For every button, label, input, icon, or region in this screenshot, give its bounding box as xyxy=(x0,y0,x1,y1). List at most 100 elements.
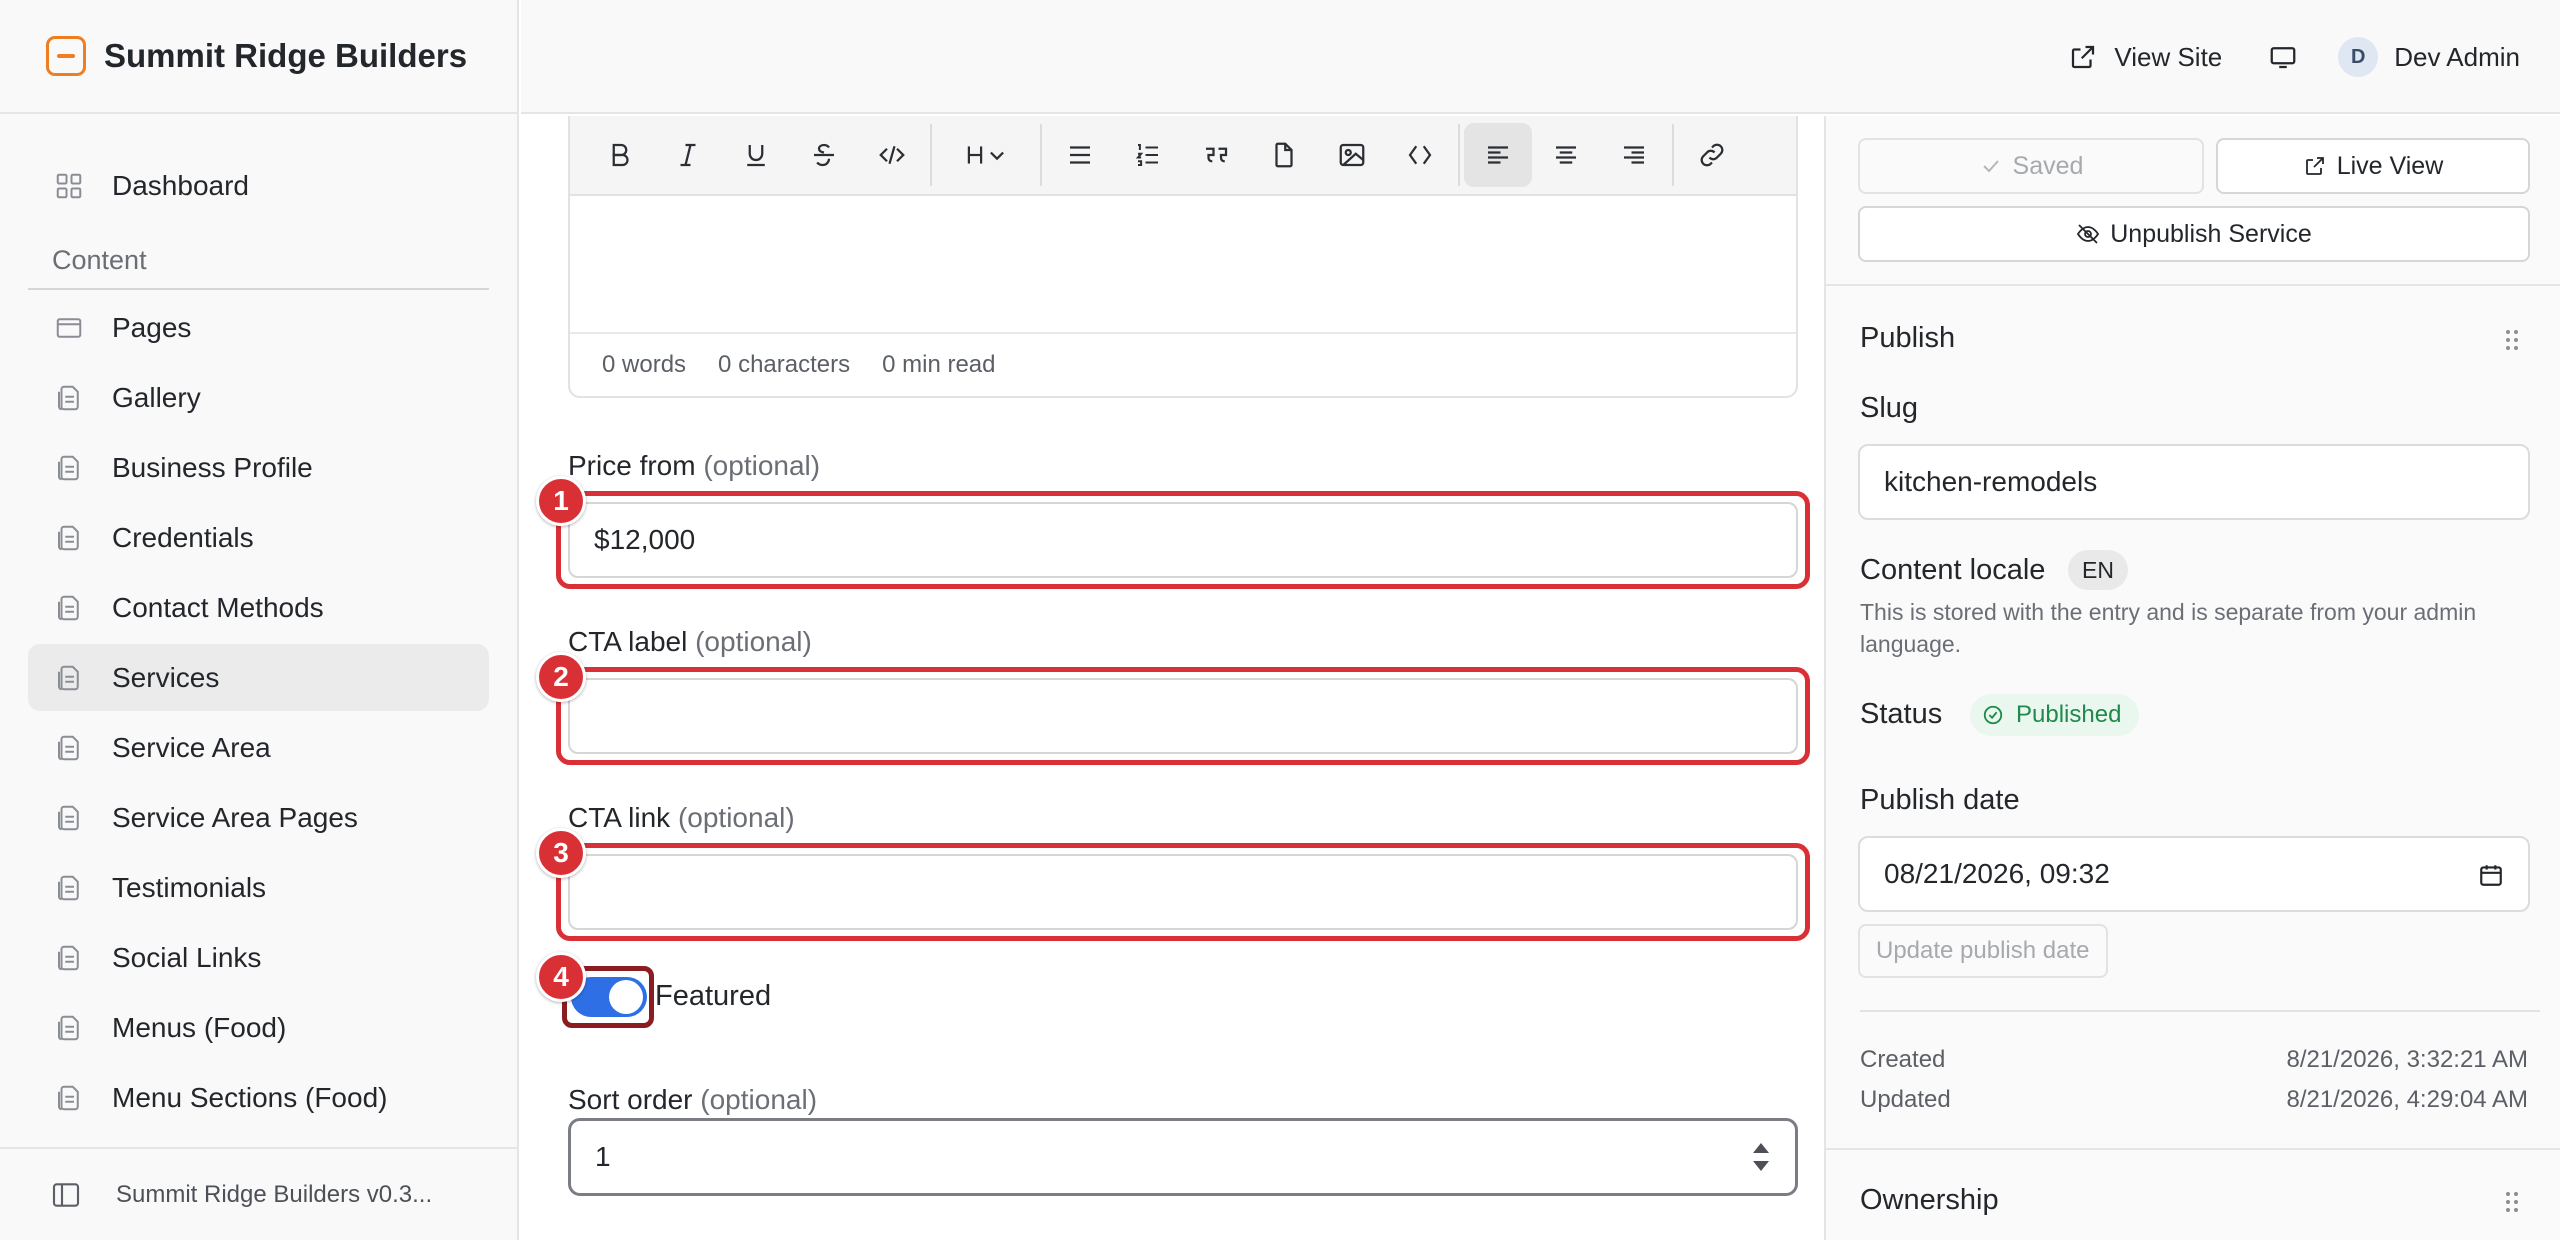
image-icon xyxy=(1339,143,1365,167)
annotation-marker-1: 1 xyxy=(536,476,586,526)
updated-row: Updated 8/21/2026, 4:29:04 AM xyxy=(1860,1086,2528,1114)
sidebar-item-label: Service Area Pages xyxy=(112,801,358,833)
topbar: View Site D Dev Admin xyxy=(521,0,2560,114)
code-button[interactable] xyxy=(858,123,926,187)
unpublish-button[interactable]: Unpublish Service xyxy=(1858,206,2530,262)
underline-icon xyxy=(747,145,765,167)
sidebar-footer[interactable]: Summit Ridge Builders v0.3... xyxy=(0,1147,517,1240)
strikethrough-icon xyxy=(814,143,834,167)
slug-input[interactable]: kitchen-remodels xyxy=(1858,444,2530,520)
sidebar-item-label: Business Profile xyxy=(112,451,313,483)
sidebar-item-menu-sections-food[interactable]: Menu Sections (Food) xyxy=(28,1064,489,1120)
document-icon xyxy=(58,455,79,480)
saved-button[interactable]: Saved xyxy=(1858,138,2204,194)
document-icon xyxy=(58,595,79,620)
sidebar-item-pages[interactable]: Pages xyxy=(28,294,489,361)
app-version: Summit Ridge Builders v0.3... xyxy=(116,1180,433,1208)
featured-label[interactable]: Featured xyxy=(655,980,771,1013)
eye-off-icon xyxy=(2077,224,2100,244)
sidebar-item-gallery[interactable]: Gallery xyxy=(28,364,489,431)
live-view-label: Live View xyxy=(2336,151,2444,180)
sidebar-item-business-profile[interactable]: Business Profile xyxy=(28,434,489,501)
document-icon xyxy=(58,805,79,830)
locale-hint: This is stored with the entry and is sep… xyxy=(1860,599,2477,657)
sidebar-toggle-icon xyxy=(52,1182,80,1207)
align-center-button[interactable] xyxy=(1532,123,1600,187)
bullet-list-button[interactable] xyxy=(1046,123,1114,187)
brand[interactable]: Summit Ridge Builders xyxy=(0,0,517,114)
sort-order-text: Sort order xyxy=(568,1084,693,1115)
editor-stats: 0 words 0 characters 0 min read xyxy=(570,332,1796,396)
rich-text-editor: 0 words 0 characters 0 min read xyxy=(568,116,1798,398)
sidebar-item-label: Menus (Food) xyxy=(112,1011,287,1043)
publish-sidebar: Saved Live View Unpublish Service Publis… xyxy=(1824,116,2560,1240)
update-publish-date-button[interactable]: Update publish date xyxy=(1858,924,2108,978)
price-input[interactable]: $12,000 xyxy=(568,502,1798,578)
code-icon xyxy=(879,145,905,165)
page-break-button[interactable] xyxy=(1250,123,1318,187)
sort-order-value: 1 xyxy=(595,1141,611,1172)
live-view-button[interactable]: Live View xyxy=(2216,138,2530,194)
heading-dropdown[interactable] xyxy=(936,123,1036,187)
quote-button[interactable] xyxy=(1182,123,1250,187)
external-link-icon xyxy=(2072,45,2095,69)
sort-order-input[interactable]: 1 xyxy=(568,1118,1798,1196)
sidebar-item-services[interactable]: Services xyxy=(28,644,489,711)
price-label-text: Price from xyxy=(568,450,696,481)
created-label: Created xyxy=(1860,1046,1946,1073)
divider xyxy=(1860,1010,2540,1012)
bullet-list-icon xyxy=(1070,146,1090,164)
brand-name: Summit Ridge Builders xyxy=(104,37,468,74)
sidebar-item-menus-food[interactable]: Menus (Food) xyxy=(28,994,489,1061)
align-left-button[interactable] xyxy=(1464,123,1532,187)
cta-label-label: CTA label (optional) xyxy=(568,626,812,658)
link-button[interactable] xyxy=(1678,123,1746,187)
sidebar-item-testimonials[interactable]: Testimonials xyxy=(28,854,489,921)
italic-button[interactable] xyxy=(654,123,722,187)
annotation-marker-2: 2 xyxy=(536,652,586,702)
sidebar-item-credentials[interactable]: Credentials xyxy=(28,504,489,571)
publish-date-value: 08/21/2026, 09:32 xyxy=(1884,858,2110,889)
document-icon xyxy=(58,875,79,900)
avatar: D xyxy=(2338,37,2379,77)
cta-link-text: CTA link xyxy=(568,802,671,833)
sidebar-item-dashboard[interactable]: Dashboard xyxy=(28,152,489,219)
drag-handle-icon[interactable] xyxy=(2504,1190,2520,1214)
user-menu[interactable]: D Dev Admin xyxy=(2338,37,2520,77)
sidebar-item-label: Contact Methods xyxy=(112,591,324,623)
drag-handle-icon[interactable] xyxy=(2504,328,2520,352)
ordered-list-button[interactable] xyxy=(1114,123,1182,187)
strikethrough-button[interactable] xyxy=(790,123,858,187)
bold-icon xyxy=(612,143,629,167)
optional-hint: (optional) xyxy=(700,1084,818,1115)
sidebar-item-social-links[interactable]: Social Links xyxy=(28,924,489,991)
cta-link-input[interactable] xyxy=(568,854,1798,930)
unpublish-label: Unpublish Service xyxy=(2110,219,2312,248)
underline-button[interactable] xyxy=(722,123,790,187)
dashboard-icon xyxy=(56,173,82,198)
annotation-marker-3: 3 xyxy=(536,828,586,878)
view-site-link[interactable]: View Site xyxy=(2068,42,2222,73)
align-right-button[interactable] xyxy=(1600,123,1668,187)
word-count: 0 words xyxy=(602,351,687,378)
document-icon xyxy=(58,665,79,690)
toolbar-divider xyxy=(1458,124,1460,186)
cta-link-label: CTA link (optional) xyxy=(568,802,795,834)
publish-title: Publish xyxy=(1860,322,1956,354)
character-count: 0 characters xyxy=(718,351,851,378)
cta-label-input[interactable] xyxy=(568,678,1798,754)
editor-content-area[interactable] xyxy=(570,196,1796,332)
bold-button[interactable] xyxy=(586,123,654,187)
sidebar-item-contact-methods[interactable]: Contact Methods xyxy=(28,574,489,641)
embed-button[interactable] xyxy=(1386,123,1454,187)
device-preview-button[interactable] xyxy=(2268,42,2298,72)
main-content: 0 words 0 characters 0 min read Price fr… xyxy=(521,116,1824,1240)
stepper-icon[interactable] xyxy=(1749,1141,1773,1173)
sidebar-nav: Dashboard Content Pages Gallery Business… xyxy=(0,114,517,1120)
sidebar-item-service-area-pages[interactable]: Service Area Pages xyxy=(28,784,489,851)
locale-badge: EN xyxy=(2068,550,2128,590)
image-button[interactable] xyxy=(1318,123,1386,187)
sidebar-item-service-area[interactable]: Service Area xyxy=(28,714,489,781)
calendar-icon[interactable] xyxy=(2478,862,2504,888)
publish-date-input[interactable]: 08/21/2026, 09:32 xyxy=(1858,836,2530,912)
